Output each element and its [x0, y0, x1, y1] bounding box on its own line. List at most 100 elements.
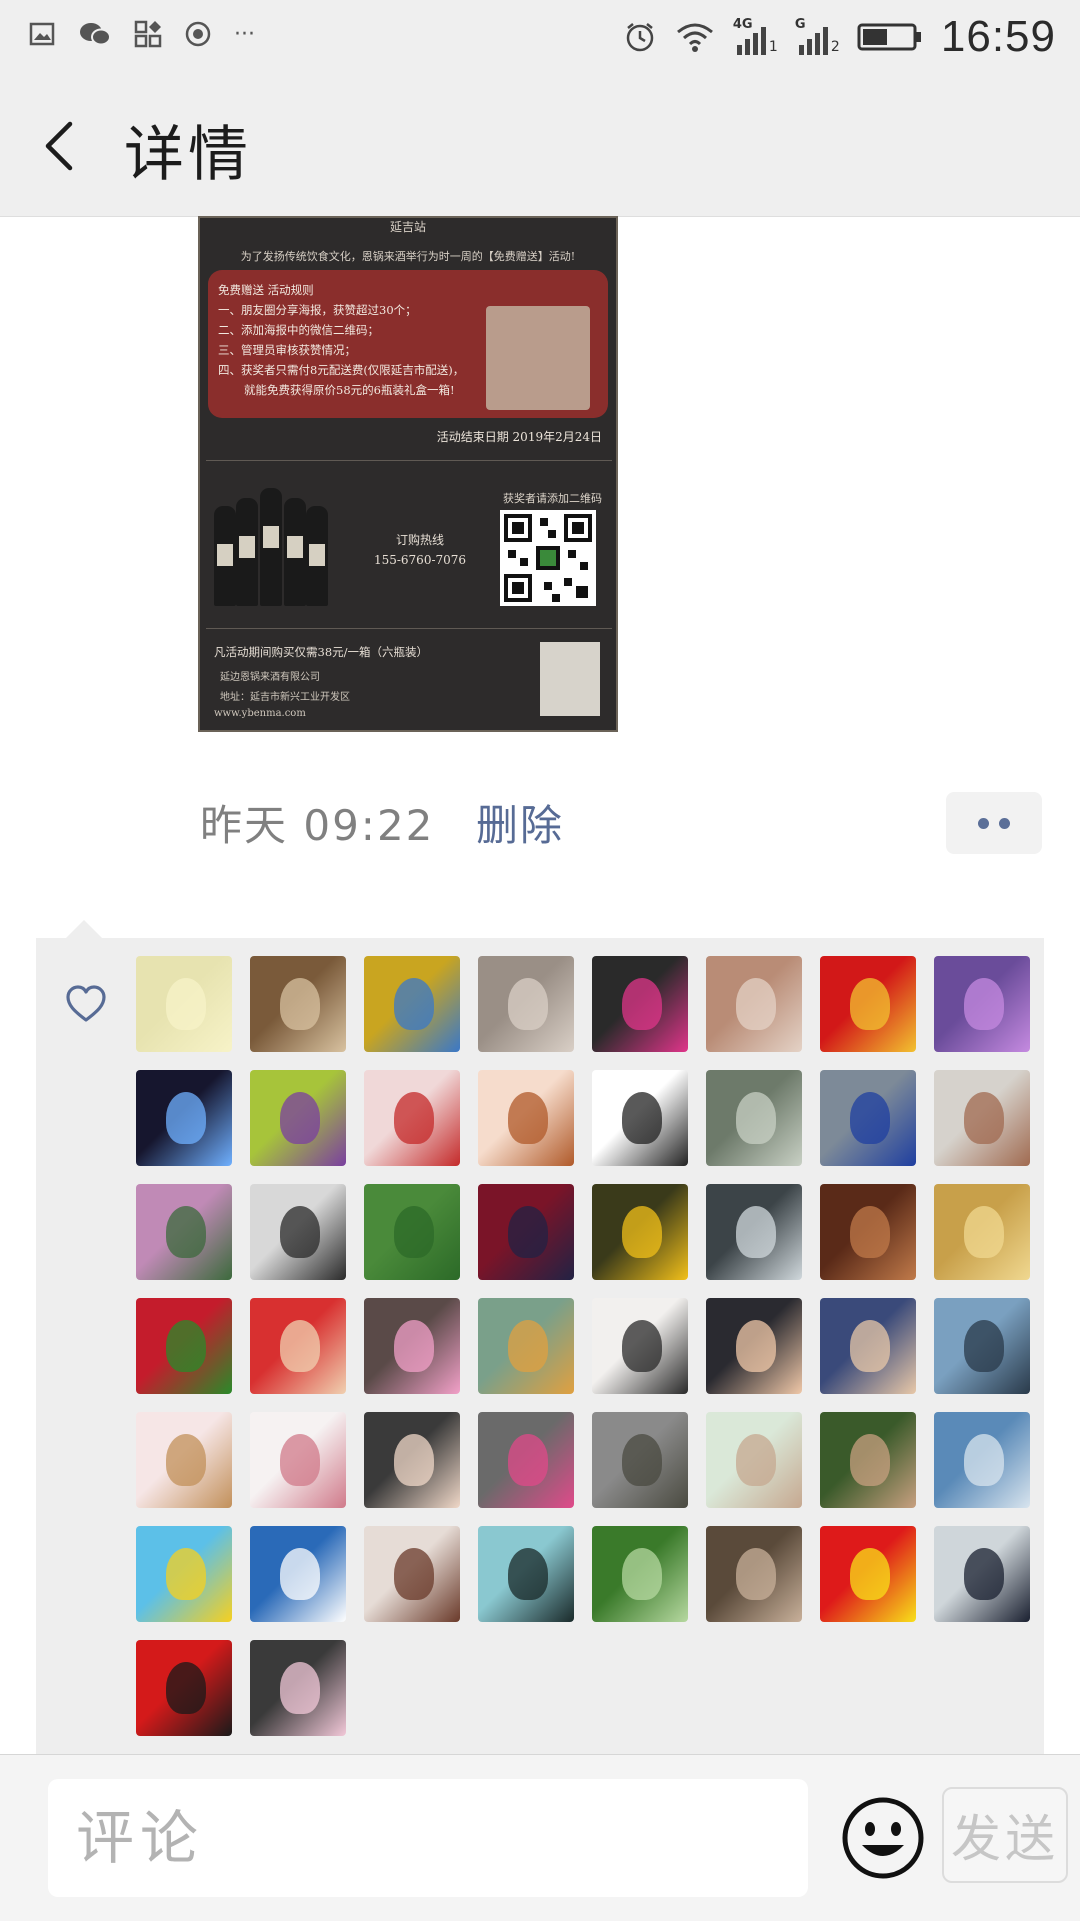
avatar-figure	[850, 1320, 890, 1372]
liker-avatar[interactable]	[136, 1070, 232, 1166]
liker-avatar[interactable]	[364, 1070, 460, 1166]
back-button[interactable]	[36, 116, 86, 176]
avatar-figure	[166, 1434, 206, 1486]
avatar-figure	[166, 1320, 206, 1372]
liker-avatar[interactable]	[934, 1184, 1030, 1280]
avatar-figure	[736, 1434, 776, 1486]
liker-avatar[interactable]	[250, 1184, 346, 1280]
status-right-icons: 4G 1 G 2 16:59	[623, 12, 1056, 62]
liker-avatar[interactable]	[250, 956, 346, 1052]
liker-avatar[interactable]	[364, 956, 460, 1052]
avatar-figure	[394, 1092, 434, 1144]
avatar-figure	[964, 1548, 1004, 1600]
liker-avatar[interactable]	[820, 1298, 916, 1394]
liker-avatar[interactable]	[706, 1412, 802, 1508]
liker-avatar[interactable]	[820, 1070, 916, 1166]
avatar-figure	[622, 1434, 662, 1486]
liker-avatar[interactable]	[478, 1184, 574, 1280]
comment-input[interactable]	[48, 1779, 808, 1897]
avatar-figure	[280, 1320, 320, 1372]
liker-avatar[interactable]	[934, 1298, 1030, 1394]
poster-end-date: 活动结束日期 2019年2月24日	[436, 430, 602, 444]
chevron-left-icon	[45, 121, 73, 171]
liker-avatar[interactable]	[706, 956, 802, 1052]
heart-outline-icon	[64, 984, 108, 1024]
liker-avatar[interactable]	[136, 1184, 232, 1280]
avatar-figure	[736, 1320, 776, 1372]
avatar-figure	[280, 978, 320, 1030]
liker-avatar[interactable]	[592, 1184, 688, 1280]
poster-rule-item: 三、管理员审核获赞情况；	[218, 343, 356, 357]
liker-avatar[interactable]	[592, 1298, 688, 1394]
signal-icon-1: 4G 1	[733, 17, 778, 57]
poster-rules: 免费赠送 活动规则 一、朋友圈分享海报，获赞超过30个； 二、添加海报中的微信二…	[218, 280, 518, 400]
liker-avatar[interactable]	[478, 956, 574, 1052]
liker-avatar[interactable]	[592, 1070, 688, 1166]
liker-avatar[interactable]	[820, 1526, 916, 1622]
poster-station: 延吉站	[389, 220, 426, 234]
liker-avatar[interactable]	[478, 1526, 574, 1622]
liker-avatar[interactable]	[136, 956, 232, 1052]
avatar-figure	[736, 1548, 776, 1600]
avatar-figure	[394, 1434, 434, 1486]
liker-avatar[interactable]	[820, 1184, 916, 1280]
liker-avatar[interactable]	[364, 1526, 460, 1622]
avatar-figure	[508, 978, 548, 1030]
poster-rule-item: 四、获奖者只需付8元配送费(仅限延吉市配送)，	[218, 363, 465, 377]
liker-avatar[interactable]	[478, 1070, 574, 1166]
post-image[interactable]: 延吉站 为了发扬传统饮食文化，恩锅来酒举行为时一周的【免费赠送】活动! 免费赠送…	[198, 216, 618, 732]
liker-avatar[interactable]	[820, 1412, 916, 1508]
poster-gift-box	[540, 642, 600, 716]
liker-avatar[interactable]	[820, 956, 916, 1052]
delete-link[interactable]: 删除	[476, 792, 564, 853]
liker-avatar[interactable]	[934, 1070, 1030, 1166]
send-button[interactable]: 发送	[942, 1787, 1068, 1883]
more-button[interactable]	[946, 792, 1042, 854]
liker-avatar[interactable]	[136, 1640, 232, 1736]
avatar-figure	[850, 1092, 890, 1144]
liker-avatar[interactable]	[364, 1412, 460, 1508]
avatar-figure	[394, 1206, 434, 1258]
liker-avatar[interactable]	[136, 1412, 232, 1508]
status-bar: ··· 4G 1 G 2 16:59	[0, 0, 1080, 76]
avatar-figure	[508, 1206, 548, 1258]
liker-avatar[interactable]	[706, 1070, 802, 1166]
liker-avatar[interactable]	[934, 1526, 1030, 1622]
avatar-figure	[964, 1206, 1004, 1258]
liker-avatar[interactable]	[934, 1412, 1030, 1508]
liker-avatar[interactable]	[592, 956, 688, 1052]
liker-avatar[interactable]	[706, 1184, 802, 1280]
liker-avatar[interactable]	[364, 1184, 460, 1280]
liker-avatar[interactable]	[706, 1526, 802, 1622]
liker-avatar[interactable]	[250, 1526, 346, 1622]
poster-hotline-number: 155-6760-7076	[373, 553, 467, 567]
avatar-figure	[280, 1548, 320, 1600]
liker-avatar[interactable]	[250, 1640, 346, 1736]
post-time: 昨天 09:22	[200, 801, 435, 850]
liker-avatar[interactable]	[136, 1298, 232, 1394]
emoji-button[interactable]	[838, 1793, 928, 1883]
liker-avatar[interactable]	[706, 1298, 802, 1394]
liker-avatar[interactable]	[250, 1412, 346, 1508]
poster-rules-title: 免费赠送 活动规则	[218, 283, 314, 297]
liker-avatar[interactable]	[250, 1298, 346, 1394]
more-status-icon: ···	[234, 21, 255, 47]
liker-avatar[interactable]	[136, 1526, 232, 1622]
avatar-figure	[850, 1434, 890, 1486]
liker-avatar[interactable]	[934, 956, 1030, 1052]
liker-avatar[interactable]	[364, 1298, 460, 1394]
liker-avatar[interactable]	[478, 1412, 574, 1508]
liker-avatar[interactable]	[478, 1298, 574, 1394]
poster-qr-label: 获奖者请添加二维码	[503, 492, 602, 505]
liker-avatar[interactable]	[592, 1526, 688, 1622]
liker-avatar[interactable]	[592, 1412, 688, 1508]
comment-bar: 发送	[0, 1754, 1080, 1921]
liker-avatar[interactable]	[250, 1070, 346, 1166]
avatar-figure	[964, 1092, 1004, 1144]
avatar-figure	[622, 1206, 662, 1258]
page-title: 详情	[124, 120, 252, 190]
avatar-figure	[280, 1092, 320, 1144]
alarm-icon	[623, 20, 657, 54]
avatar-figure	[280, 1434, 320, 1486]
avatar-figure	[394, 1320, 434, 1372]
